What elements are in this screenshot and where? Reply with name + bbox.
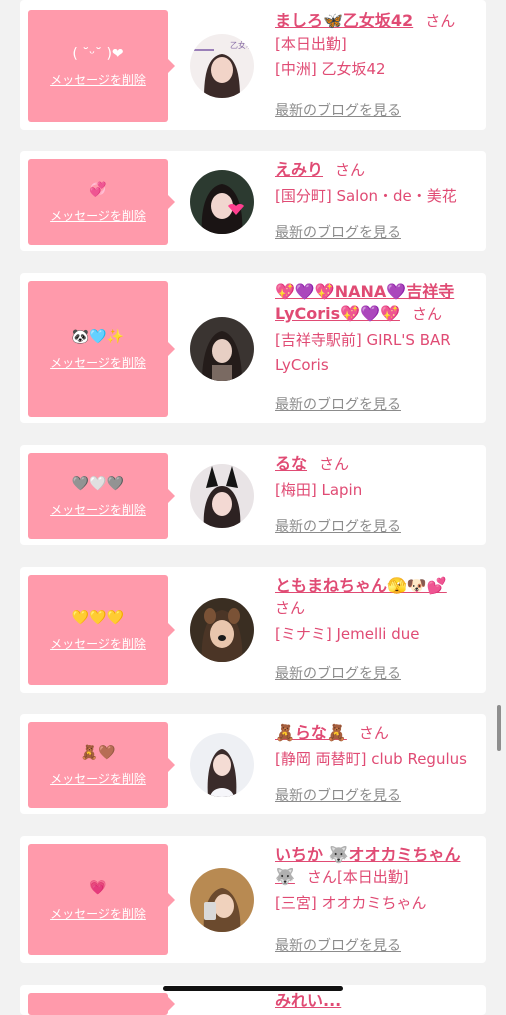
cast-card: 🧸🤎 メッセージを削除 🧸らな🧸 さん [静岡 両替町] club Regulus… bbox=[20, 714, 486, 814]
cast-info: ともまねちゃん🫣🐶💕 さん [ミナミ] Jemelli due 最新のブログを見… bbox=[275, 575, 480, 685]
name-line: さん bbox=[275, 597, 480, 619]
avatar-photo bbox=[190, 868, 254, 932]
delete-message-link[interactable]: メッセージを削除 bbox=[50, 209, 146, 223]
message-bubble bbox=[28, 993, 175, 1015]
cast-name-link[interactable]: 💖💜💖NANA💜吉祥寺 bbox=[275, 282, 454, 301]
scrollbar-thumb[interactable] bbox=[497, 705, 501, 751]
avatar-photo bbox=[190, 733, 254, 797]
shop-location-cont: LyCoris bbox=[275, 356, 329, 374]
cast-card: 💞 メッセージを削除 えみり さん [国分町] Salon・de・美花 最新のブロ… bbox=[20, 151, 486, 251]
message-text: 🧸🤎 bbox=[80, 745, 116, 761]
avatar-photo bbox=[190, 170, 254, 234]
name-line: るな さん bbox=[275, 453, 480, 475]
honorific: さん bbox=[358, 724, 389, 742]
cast-info: みれい... bbox=[275, 990, 480, 1012]
avatar-logo-text: 乙女坂42 bbox=[230, 40, 254, 50]
avatar-photo bbox=[190, 464, 254, 528]
shop-location: [中洲] 乙女坂42 bbox=[275, 60, 386, 78]
cast-info: 💖💜💖NANA💜吉祥寺 LyCoris💖💜💖 さん [吉祥寺駅前] GIRL'S … bbox=[275, 281, 480, 417]
name-line: みれい... bbox=[275, 990, 480, 1012]
cast-name-link[interactable]: えみり bbox=[275, 160, 323, 179]
message-bubble: 🧸🤎 メッセージを削除 bbox=[28, 722, 175, 808]
name-line: いちか 🐺オオカミちゃん bbox=[275, 844, 480, 866]
latest-blog-link[interactable]: 最新のブログを見る bbox=[275, 935, 401, 955]
cast-info: 🧸らな🧸 さん [静岡 両替町] club Regulus 最新のブログを見る bbox=[275, 722, 480, 808]
message-text: 🩶🤍🩶 bbox=[71, 476, 125, 492]
work-status: [本日出勤] bbox=[275, 35, 347, 53]
cast-name-link[interactable]: るな bbox=[275, 454, 307, 473]
avatar[interactable] bbox=[190, 464, 254, 528]
latest-blog-link[interactable]: 最新のブログを見る bbox=[275, 663, 401, 683]
cast-name-link-cont[interactable]: LyCoris💖💜💖 bbox=[275, 304, 400, 323]
avatar[interactable] bbox=[190, 868, 254, 932]
message-text: 💗 bbox=[89, 879, 107, 896]
name-line: ともまねちゃん🫣🐶💕 bbox=[275, 575, 480, 597]
latest-blog-link[interactable]: 最新のブログを見る bbox=[275, 100, 401, 120]
delete-message-link[interactable]: メッセージを削除 bbox=[50, 637, 146, 651]
honorific: さん bbox=[319, 455, 350, 473]
name-line: LyCoris💖💜💖 さん bbox=[275, 303, 480, 325]
delete-message-link[interactable]: メッセージを削除 bbox=[50, 73, 146, 87]
name-line: 💖💜💖NANA💜吉祥寺 bbox=[275, 281, 480, 303]
name-line: えみり さん bbox=[275, 159, 480, 181]
honorific: さん bbox=[335, 161, 366, 179]
name-line: 🐺 さん[本日出勤] bbox=[275, 866, 480, 888]
home-indicator bbox=[163, 986, 343, 991]
cast-name-link[interactable]: 🧸らな🧸 bbox=[275, 723, 347, 742]
cast-card: 💗 メッセージを削除 いちか 🐺オオカミちゃん 🐺 さん[本日出勤] [三宮] オ… bbox=[20, 836, 486, 963]
cast-card: 🐼🩵✨ メッセージを削除 💖💜💖NANA💜吉祥寺 LyCoris💖💜💖 さん [吉… bbox=[20, 273, 486, 423]
avatar[interactable] bbox=[190, 598, 254, 662]
cast-card: 💛💛💛 メッセージを削除 ともまねちゃん🫣🐶💕 さん [ミナミ] Jemelli… bbox=[20, 567, 486, 693]
honorific: さん bbox=[306, 868, 337, 886]
cast-name-link[interactable]: ともまねちゃん🫣🐶💕 bbox=[275, 576, 447, 595]
cast-name-link[interactable]: いちか 🐺オオカミちゃん bbox=[275, 845, 461, 864]
cast-card: ( ˘ᵕ˘ )❤ メッセージを削除 乙女坂42 ましろ🦋乙女坂42 さん [本日出… bbox=[20, 0, 486, 130]
avatar[interactable] bbox=[190, 733, 254, 797]
work-status: [本日出勤] bbox=[336, 868, 409, 886]
avatar-photo: 乙女坂42 bbox=[190, 34, 254, 98]
avatar[interactable] bbox=[190, 317, 254, 381]
cast-info: えみり さん [国分町] Salon・de・美花 最新のブログを見る bbox=[275, 159, 480, 245]
cast-info: るな さん [梅田] Lapin 最新のブログを見る bbox=[275, 453, 480, 539]
latest-blog-link[interactable]: 最新のブログを見る bbox=[275, 785, 401, 805]
shop-location: [国分町] Salon・de・美花 bbox=[275, 187, 457, 205]
shop-location: [ミナミ] Jemelli due bbox=[275, 625, 420, 643]
message-bubble: 💞 メッセージを削除 bbox=[28, 159, 175, 245]
message-text: 💞 bbox=[89, 182, 107, 198]
honorific: さん bbox=[275, 599, 306, 617]
cast-name-link-cont[interactable]: 🐺 bbox=[275, 867, 295, 886]
honorific: さん bbox=[411, 305, 442, 323]
avatar[interactable]: 乙女坂42 bbox=[190, 34, 254, 98]
cast-info: いちか 🐺オオカミちゃん 🐺 さん[本日出勤] [三宮] オオカミちゃん 最新のブ… bbox=[275, 844, 480, 955]
message-bubble: ( ˘ᵕ˘ )❤ メッセージを削除 bbox=[28, 10, 175, 122]
cast-info: ましろ🦋乙女坂42 さん [本日出勤] [中洲] 乙女坂42 最新のブログを見る bbox=[275, 10, 480, 122]
delete-message-link[interactable]: メッセージを削除 bbox=[50, 907, 146, 921]
latest-blog-link[interactable]: 最新のブログを見る bbox=[275, 222, 401, 242]
shop-location: [静岡 両替町] club Regulus bbox=[275, 750, 467, 768]
name-line: 🧸らな🧸 さん bbox=[275, 722, 480, 744]
shop-location: [梅田] Lapin bbox=[275, 481, 363, 499]
avatar[interactable] bbox=[190, 170, 254, 234]
shop-location: [吉祥寺駅前] GIRL'S BAR bbox=[275, 331, 451, 349]
message-text: ( ˘ᵕ˘ )❤ bbox=[72, 46, 124, 62]
message-text: 💛💛💛 bbox=[71, 610, 125, 626]
avatar-photo bbox=[190, 598, 254, 662]
message-bubble: 🩶🤍🩶 メッセージを削除 bbox=[28, 453, 175, 539]
message-text: 🐼🩵✨ bbox=[71, 329, 125, 345]
latest-blog-link[interactable]: 最新のブログを見る bbox=[275, 516, 401, 536]
message-bubble: 🐼🩵✨ メッセージを削除 bbox=[28, 281, 175, 417]
delete-message-link[interactable]: メッセージを削除 bbox=[50, 503, 146, 517]
honorific: さん bbox=[425, 12, 456, 30]
delete-message-link[interactable]: メッセージを削除 bbox=[50, 772, 146, 786]
name-line: ましろ🦋乙女坂42 さん bbox=[275, 10, 480, 32]
delete-message-link[interactable]: メッセージを削除 bbox=[50, 356, 146, 370]
message-bubble: 💗 メッセージを削除 bbox=[28, 844, 175, 955]
avatar-photo bbox=[190, 317, 254, 381]
cast-card: 🩶🤍🩶 メッセージを削除 るな さん [梅田] Lapin 最新のブログを見る bbox=[20, 445, 486, 545]
cast-name-link[interactable]: ましろ🦋乙女坂42 bbox=[275, 11, 413, 30]
shop-location: [三宮] オオカミちゃん bbox=[275, 894, 427, 912]
latest-blog-link[interactable]: 最新のブログを見る bbox=[275, 394, 401, 414]
cast-name-link[interactable]: みれい... bbox=[275, 991, 341, 1010]
message-bubble: 💛💛💛 メッセージを削除 bbox=[28, 575, 175, 685]
